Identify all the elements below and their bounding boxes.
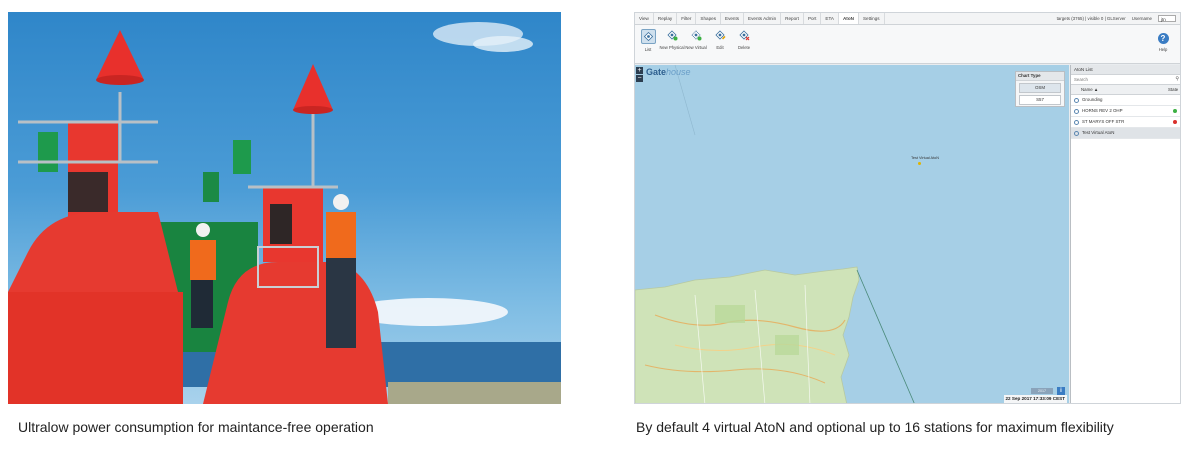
state-green-icon <box>1173 109 1177 113</box>
chart-type-panel: Chart Type OSM S57 <box>1015 71 1065 107</box>
aton-row-selected[interactable]: Test Virtual AtoN <box>1071 128 1180 139</box>
status-text: targets (3765) | visible 0 | GLServer <box>1056 16 1126 21</box>
chart-type-title: Chart Type <box>1016 72 1064 81</box>
menu-aton[interactable]: AtoN <box>838 13 859 24</box>
map-time-control[interactable]: 2017 <box>1031 388 1053 394</box>
aton-type-icon <box>1074 97 1079 103</box>
menu-events[interactable]: Events <box>721 13 745 24</box>
right-caption: By default 4 virtual AtoN and optional u… <box>636 419 1114 435</box>
new-virtual-icon <box>690 29 703 42</box>
col-name-header[interactable]: Name ▲ <box>1071 85 1168 94</box>
chart-type-s57[interactable]: S57 <box>1019 95 1061 105</box>
help-label: Help <box>1158 47 1168 52</box>
aton-row-name: HORNS REV 2 OHP <box>1082 108 1123 113</box>
help-button[interactable]: ? Help <box>1152 33 1174 68</box>
list-icon <box>640 29 656 44</box>
state-red-icon <box>1173 120 1177 124</box>
search-icon: ⚲ <box>1175 76 1179 82</box>
new-physical-button[interactable]: New Physical <box>659 29 685 64</box>
aton-row[interactable]: ST MARYS OFF STR <box>1071 117 1180 128</box>
chart-type-osm[interactable]: OSM <box>1019 83 1061 93</box>
buoy-photo <box>8 12 561 404</box>
aton-row-state <box>1168 109 1180 113</box>
aton-row-state <box>1168 120 1180 124</box>
aton-type-icon <box>1074 119 1079 125</box>
map-view[interactable]: + − Gatehouse Chart Type OSM S57 Test Vi… <box>635 65 1069 403</box>
buoy-illustration <box>8 22 561 404</box>
aton-app-screenshot: View Replay Filter Shapes Events Events … <box>634 12 1181 404</box>
new-virtual-label: New Virtual <box>685 45 707 50</box>
new-physical-label: New Physical <box>659 45 685 50</box>
help-icon: ? <box>1157 33 1169 44</box>
menu-eta[interactable]: ETA <box>821 13 839 24</box>
menu-report[interactable]: Report <box>781 13 804 24</box>
aton-search-input[interactable]: Search ⚲ <box>1071 75 1180 85</box>
edit-icon <box>714 29 727 42</box>
toolbar: List New Physical New Virtual Edit Delet… <box>635 25 1180 64</box>
logo-sub: house <box>666 67 691 77</box>
username-label: Username <box>1131 16 1152 21</box>
aton-row[interactable]: Grounding <box>1071 95 1180 106</box>
list-label: List <box>644 47 652 52</box>
map-timestamp: 22 Sep 2017 17:33:09 CEST <box>1003 395 1067 403</box>
aton-row[interactable]: HORNS REV 2 OHP <box>1071 106 1180 117</box>
aton-row-name: Test Virtual AtoN <box>1082 130 1115 135</box>
zoom-out-button[interactable]: − <box>636 75 643 82</box>
delete-icon <box>738 29 751 42</box>
map-land <box>635 65 915 403</box>
zoom-controls: + − <box>636 67 643 82</box>
new-virtual-button[interactable]: New Virtual <box>685 29 707 64</box>
edit-button[interactable]: Edit <box>709 29 731 64</box>
aton-list-panel: AtoN List Search ⚲ Name ▲ State Groundin… <box>1070 65 1180 403</box>
gatehouse-logo: Gatehouse <box>646 67 691 77</box>
edit-label: Edit <box>716 45 724 50</box>
menu-shapes[interactable]: Shapes <box>696 13 721 24</box>
aton-list-header: Name ▲ State <box>1071 85 1180 95</box>
menu-view[interactable]: View <box>635 13 654 24</box>
list-button[interactable]: List <box>637 29 659 64</box>
user-select[interactable]: jtn <box>1158 15 1176 22</box>
aton-marker-icon[interactable] <box>918 162 921 165</box>
delete-button[interactable]: Delete <box>733 29 755 64</box>
left-caption: Ultralow power consumption for maintance… <box>18 419 374 435</box>
info-icon[interactable]: i <box>1057 387 1065 395</box>
aton-type-icon <box>1074 130 1079 136</box>
logo-main: Gate <box>646 67 667 77</box>
new-physical-icon <box>666 29 679 42</box>
aton-row-name: Grounding <box>1082 97 1103 102</box>
menu-settings[interactable]: Settings <box>859 13 885 24</box>
menu-events-admin[interactable]: Events Admin <box>744 13 782 24</box>
zoom-in-button[interactable]: + <box>636 67 643 74</box>
menu-filter[interactable]: Filter <box>677 13 697 24</box>
aton-type-icon <box>1074 108 1079 114</box>
delete-label: Delete <box>737 45 751 50</box>
aton-marker-label: Test Virtual AtoN <box>911 156 939 160</box>
search-placeholder: Search <box>1074 77 1088 82</box>
menu-replay[interactable]: Replay <box>654 13 678 24</box>
aton-row-name: ST MARYS OFF STR <box>1082 119 1125 124</box>
col-state-header[interactable]: State <box>1168 85 1180 94</box>
menu-bar: View Replay Filter Shapes Events Events … <box>635 13 1180 25</box>
aton-list-title: AtoN List <box>1071 65 1180 75</box>
menu-port[interactable]: Port <box>804 13 822 24</box>
